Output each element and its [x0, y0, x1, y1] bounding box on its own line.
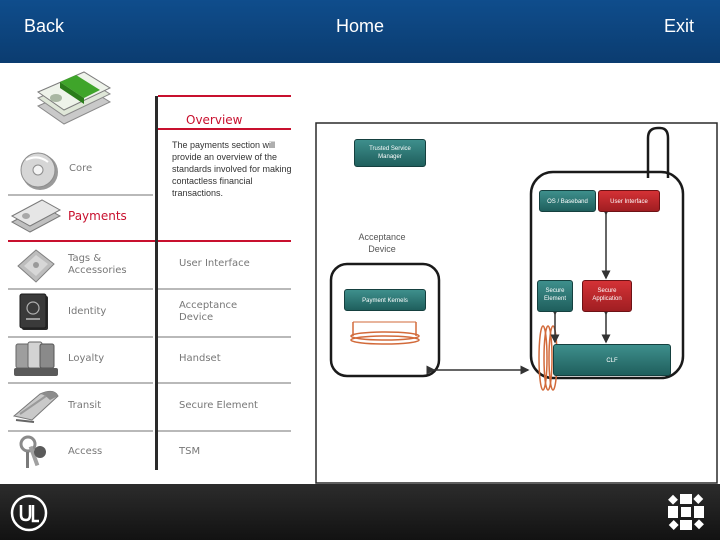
- secure-element-label: Secure Element: [543, 288, 566, 302]
- tsm-label: Trusted Service Manager: [369, 146, 411, 160]
- ul-logo-icon: [10, 494, 48, 532]
- clf-box[interactable]: CLF: [553, 344, 671, 376]
- payment-kernels-label: Payment Kernels: [362, 298, 408, 304]
- secure-application-label: Secure Application: [592, 288, 622, 302]
- brand-mark-icon: [668, 494, 704, 530]
- clf-label: CLF: [606, 358, 618, 364]
- bottom-bar: [0, 484, 720, 540]
- os-baseband-box[interactable]: OS / Baseband: [539, 190, 596, 212]
- os-baseband-label: OS / Baseband: [547, 199, 588, 205]
- user-interface-label: User Interface: [610, 199, 648, 205]
- secure-application-box[interactable]: Secure Application: [582, 280, 632, 312]
- acceptance-device-outline: [329, 262, 441, 378]
- phone-antenna: [646, 126, 670, 178]
- secure-element-box[interactable]: Secure Element: [537, 280, 573, 312]
- payment-kernels-box[interactable]: Payment Kernels: [344, 289, 426, 311]
- payments-diagram: [315, 122, 718, 484]
- acceptance-device-label: Acceptance Device: [358, 232, 406, 254]
- user-interface-box[interactable]: User Interface: [598, 190, 660, 212]
- tsm-box[interactable]: Trusted Service Manager: [354, 139, 426, 167]
